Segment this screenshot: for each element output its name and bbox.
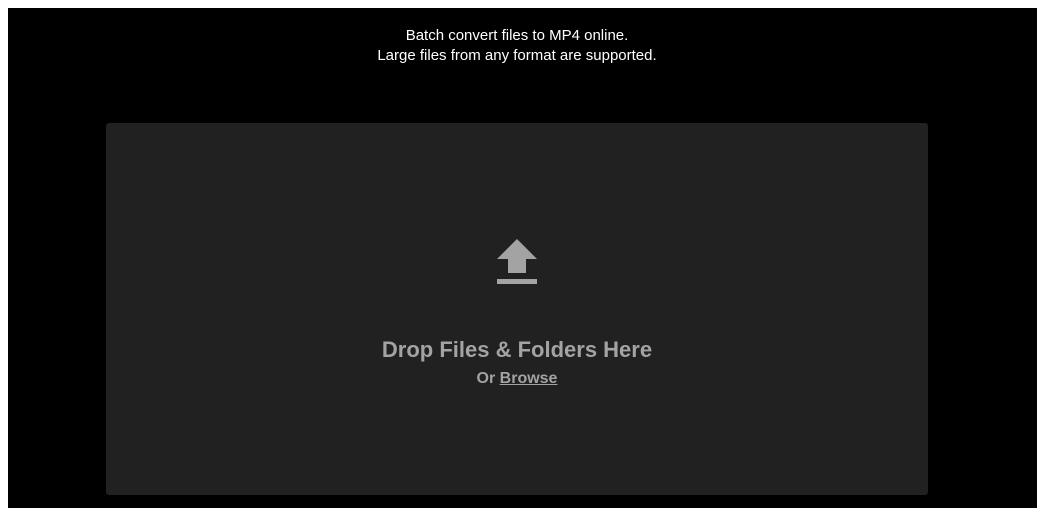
browse-link[interactable]: Browse (500, 370, 558, 387)
drop-title: Drop Files & Folders Here (381, 337, 653, 362)
drop-subtext: Or Browse (106, 369, 928, 389)
intro-line-2: Large files from any format are supporte… (377, 47, 657, 64)
intro-text: Batch convert files to MP4 online. Large… (8, 26, 1026, 66)
page-background: Batch convert files to MP4 online. Large… (8, 8, 1037, 508)
file-drop-zone[interactable]: Drop Files & Folders Here Or Browse (106, 123, 928, 495)
intro-line-1: Batch convert files to MP4 online. (405, 27, 629, 44)
or-text: Or (476, 370, 500, 387)
upload-icon (497, 239, 537, 284)
